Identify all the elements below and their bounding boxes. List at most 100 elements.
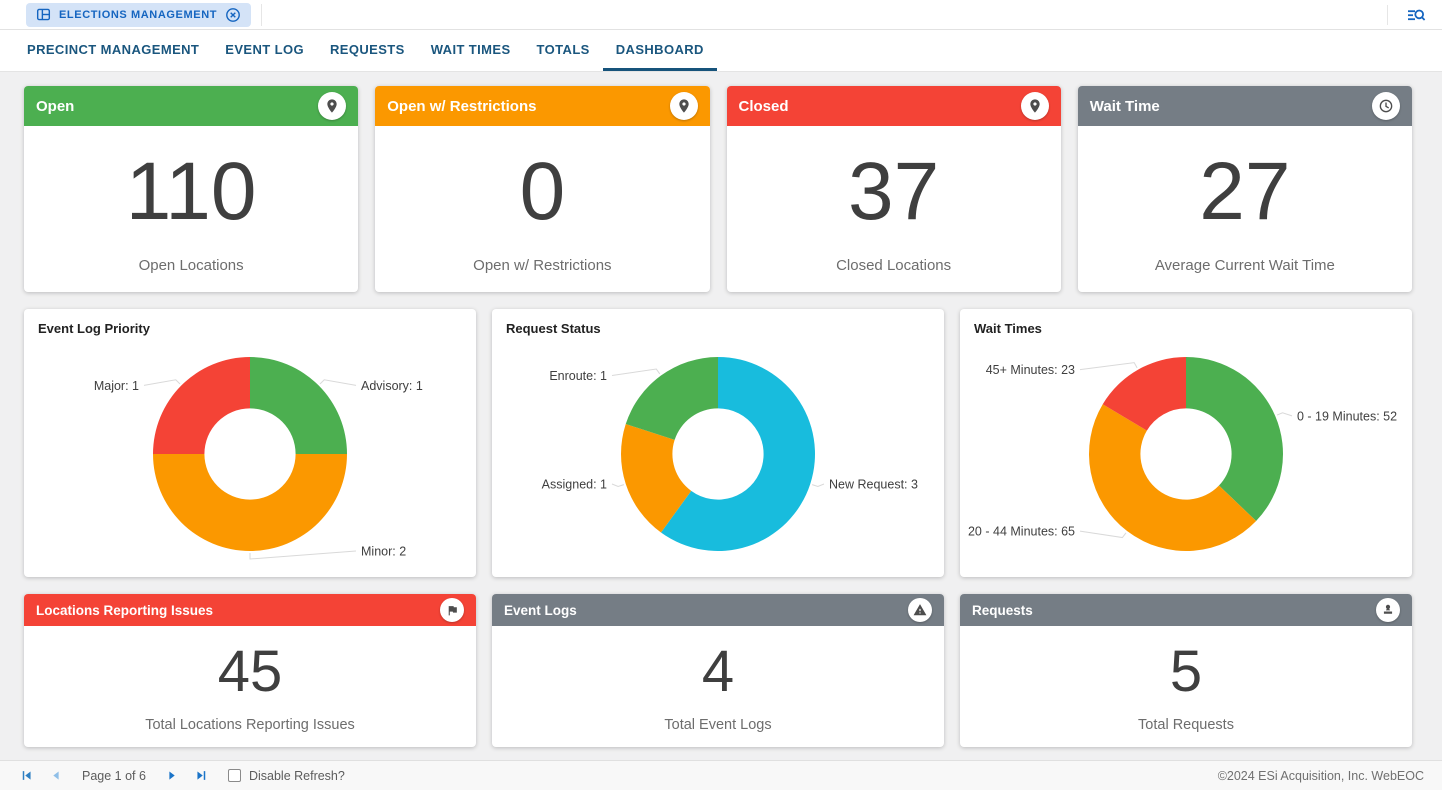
stat-caption: Total Event Logs bbox=[664, 717, 771, 733]
clock-icon bbox=[1378, 98, 1394, 114]
next-page-icon bbox=[165, 768, 180, 783]
label-connector bbox=[1277, 413, 1292, 416]
board-tab-elections-management[interactable]: ELECTIONS MANAGEMENT bbox=[26, 3, 251, 27]
stat-card-open-restrictions: Open w/ Restrictions 0 Open w/ Restricti… bbox=[375, 86, 709, 292]
slice-label: 0 - 19 Minutes: 52 bbox=[1297, 409, 1397, 423]
map-view-button[interactable] bbox=[1021, 92, 1049, 120]
stat-card-header: Wait Time bbox=[1078, 86, 1412, 126]
tab-precinct-management[interactable]: PRECINCT MANAGEMENT bbox=[14, 30, 212, 71]
footer-bar: Page 1 of 6 Disable Refresh? ©2024 ESi A… bbox=[0, 760, 1442, 790]
label-connector bbox=[812, 484, 824, 486]
stat-card-wait-time: Wait Time 27 Average Current Wait Time bbox=[1078, 86, 1412, 292]
divider bbox=[261, 4, 262, 26]
slice-label: Enroute: 1 bbox=[549, 369, 607, 383]
view-tabs: PRECINCT MANAGEMENT EVENT LOG REQUESTS W… bbox=[0, 30, 1442, 72]
donut-slice bbox=[153, 357, 250, 454]
first-page-icon bbox=[19, 768, 34, 783]
event-logs-button[interactable] bbox=[908, 598, 932, 622]
label-connector bbox=[1080, 531, 1126, 537]
manage-search-button[interactable] bbox=[1404, 3, 1428, 27]
manage-search-icon bbox=[1406, 5, 1426, 25]
tab-dashboard[interactable]: DASHBOARD bbox=[603, 30, 717, 71]
donut-slice bbox=[153, 454, 347, 551]
first-page-button[interactable] bbox=[18, 767, 35, 784]
label-connector bbox=[320, 380, 356, 386]
stat-caption: Closed Locations bbox=[836, 257, 951, 274]
label-connector bbox=[250, 551, 356, 559]
disable-refresh-checkbox[interactable] bbox=[228, 769, 241, 782]
divider bbox=[1387, 5, 1388, 25]
stat-value: 4 bbox=[702, 626, 734, 717]
donut-chart-request-status: New Request: 3Assigned: 1Enroute: 1 bbox=[492, 338, 944, 572]
stat-card-title: Wait Time bbox=[1090, 98, 1160, 115]
location-pin-icon bbox=[1027, 98, 1043, 114]
stat-value: 0 bbox=[520, 126, 566, 257]
tab-totals[interactable]: TOTALS bbox=[524, 30, 603, 71]
copyright-text: ©2024 ESi Acquisition, Inc. WebEOC bbox=[1218, 769, 1424, 783]
chart-card-wait-times: Wait Times 0 - 19 Minutes: 52 20 - 44 Min… bbox=[960, 309, 1412, 577]
label-connector bbox=[1080, 363, 1137, 370]
stat-card-event-logs: Event Logs 4 Total Event Logs bbox=[492, 594, 944, 747]
donut-slice bbox=[626, 357, 718, 440]
stat-card-header: Open bbox=[24, 86, 358, 126]
stat-card-open: Open 110 Open Locations bbox=[24, 86, 358, 292]
location-pin-icon bbox=[324, 98, 340, 114]
slice-label: Major: 1 bbox=[94, 379, 139, 393]
board-icon bbox=[36, 7, 51, 22]
stat-card-requests: Requests 5 Total Requests bbox=[960, 594, 1412, 747]
stat-card-header: Locations Reporting Issues bbox=[24, 594, 476, 626]
label-connector bbox=[612, 369, 660, 375]
previous-page-icon bbox=[48, 768, 63, 783]
stat-card-title: Closed bbox=[739, 98, 789, 115]
close-circle-icon[interactable] bbox=[225, 7, 241, 23]
stat-card-title: Locations Reporting Issues bbox=[36, 603, 213, 618]
stat-value: 45 bbox=[218, 626, 283, 717]
stat-caption: Average Current Wait Time bbox=[1155, 257, 1335, 274]
stat-card-locations-reporting-issues: Locations Reporting Issues 45 Total Loca… bbox=[24, 594, 476, 747]
warning-icon bbox=[913, 603, 927, 617]
board-tab-label: ELECTIONS MANAGEMENT bbox=[59, 9, 217, 21]
stat-caption: Total Locations Reporting Issues bbox=[145, 717, 355, 733]
label-connector bbox=[144, 380, 180, 386]
flag-icon bbox=[446, 604, 459, 617]
slice-label: 45+ Minutes: 23 bbox=[986, 363, 1075, 377]
location-pin-icon bbox=[676, 98, 692, 114]
previous-page-button[interactable] bbox=[47, 767, 64, 784]
donut-chart-wait-times: 0 - 19 Minutes: 52 20 - 44 Minutes: 65 45+… bbox=[960, 338, 1412, 572]
stat-card-header: Requests bbox=[960, 594, 1412, 626]
label-connector bbox=[612, 484, 624, 486]
tab-wait-times[interactable]: WAIT TIMES bbox=[418, 30, 524, 71]
tab-event-log[interactable]: EVENT LOG bbox=[212, 30, 317, 71]
donut-slice bbox=[250, 357, 347, 454]
donut-chart-event-log-priority: Advisory: 1Minor: 2Major: 1 bbox=[24, 338, 476, 572]
slice-label: Assigned: 1 bbox=[542, 477, 607, 491]
stat-card-header: Event Logs bbox=[492, 594, 944, 626]
issues-flag-button[interactable] bbox=[440, 598, 464, 622]
map-view-button[interactable] bbox=[670, 92, 698, 120]
disable-refresh-toggle[interactable]: Disable Refresh? bbox=[228, 769, 345, 783]
slice-label: 20 - 44 Minutes: 65 bbox=[968, 525, 1075, 539]
page-indicator: Page 1 of 6 bbox=[82, 769, 146, 783]
chart-title: Wait Times bbox=[960, 309, 1412, 338]
stat-card-title: Open bbox=[36, 98, 74, 115]
chart-card-event-log-priority: Event Log Priority Advisory: 1Minor: 2Ma… bbox=[24, 309, 476, 577]
requests-button[interactable] bbox=[1376, 598, 1400, 622]
map-view-button[interactable] bbox=[318, 92, 346, 120]
last-page-icon bbox=[194, 768, 209, 783]
chart-card-request-status: Request Status New Request: 3Assigned: 1… bbox=[492, 309, 944, 577]
stat-card-title: Event Logs bbox=[504, 603, 577, 618]
stat-card-header: Closed bbox=[727, 86, 1061, 126]
tab-requests[interactable]: REQUESTS bbox=[317, 30, 418, 71]
wait-time-button[interactable] bbox=[1372, 92, 1400, 120]
disable-refresh-label: Disable Refresh? bbox=[249, 769, 345, 783]
last-page-button[interactable] bbox=[193, 767, 210, 784]
stat-value: 5 bbox=[1170, 626, 1202, 717]
dashboard-content: Open 110 Open Locations Open w/ Restrict… bbox=[0, 72, 1442, 747]
slice-label: Minor: 2 bbox=[361, 545, 406, 559]
stat-value: 37 bbox=[848, 126, 939, 257]
next-page-button[interactable] bbox=[164, 767, 181, 784]
stat-caption: Open w/ Restrictions bbox=[473, 257, 611, 274]
stat-caption: Open Locations bbox=[139, 257, 244, 274]
stat-card-title: Open w/ Restrictions bbox=[387, 98, 536, 115]
donut-slice bbox=[1186, 357, 1283, 521]
